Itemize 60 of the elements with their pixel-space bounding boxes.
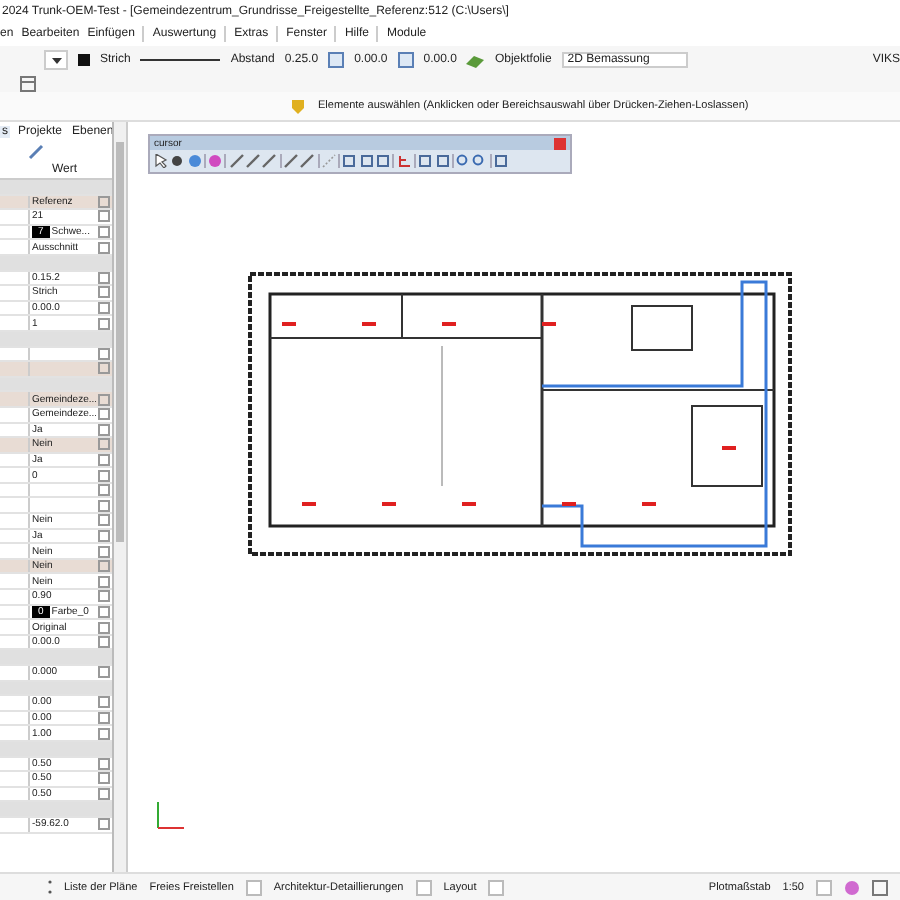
checkbox[interactable] bbox=[98, 621, 110, 634]
checkbox[interactable] bbox=[98, 347, 110, 360]
checkbox[interactable] bbox=[98, 499, 110, 512]
property-row[interactable] bbox=[0, 362, 112, 378]
shield-icon bbox=[290, 97, 306, 115]
checkbox[interactable] bbox=[98, 788, 110, 801]
checkbox[interactable] bbox=[98, 423, 110, 436]
layer-icon[interactable] bbox=[466, 53, 485, 67]
checkbox[interactable] bbox=[98, 286, 110, 299]
checkbox[interactable] bbox=[98, 529, 110, 542]
table-icon[interactable] bbox=[20, 75, 36, 91]
checkbox[interactable] bbox=[98, 317, 110, 330]
grid-icon[interactable] bbox=[872, 879, 888, 895]
checkbox[interactable] bbox=[98, 605, 110, 618]
property-row[interactable] bbox=[0, 498, 112, 515]
dropdown[interactable] bbox=[44, 50, 68, 70]
shape-icon[interactable] bbox=[494, 154, 509, 168]
scrollbar-thumb[interactable] bbox=[116, 142, 124, 542]
checkbox[interactable] bbox=[98, 514, 110, 527]
checkbox[interactable] bbox=[98, 362, 110, 375]
checkbox[interactable] bbox=[98, 241, 110, 254]
checkbox[interactable] bbox=[98, 226, 110, 239]
checkbox[interactable] bbox=[98, 757, 110, 770]
color-wheel-icon[interactable] bbox=[844, 879, 860, 895]
checkbox[interactable] bbox=[98, 210, 110, 223]
checkbox[interactable] bbox=[98, 545, 110, 558]
line-icon[interactable] bbox=[321, 154, 336, 168]
offset-icon[interactable] bbox=[397, 52, 414, 68]
close-icon[interactable] bbox=[554, 137, 566, 149]
checkbox[interactable] bbox=[98, 590, 110, 603]
checkbox[interactable] bbox=[98, 666, 110, 679]
checkbox[interactable] bbox=[98, 560, 110, 573]
axis-icon bbox=[156, 802, 184, 830]
color-swatch[interactable] bbox=[78, 54, 90, 66]
dropdown-button[interactable] bbox=[415, 879, 432, 895]
checkbox[interactable] bbox=[98, 453, 110, 466]
checkbox[interactable] bbox=[98, 575, 110, 588]
checkbox[interactable] bbox=[98, 772, 110, 785]
checkbox[interactable] bbox=[98, 393, 110, 406]
checkbox[interactable] bbox=[98, 408, 110, 421]
drag-handle-icon[interactable] bbox=[48, 880, 52, 894]
checkbox[interactable] bbox=[98, 469, 110, 482]
dropdown-button[interactable] bbox=[488, 879, 505, 895]
checkbox[interactable] bbox=[98, 696, 110, 709]
color-wheel-icon[interactable] bbox=[208, 154, 223, 168]
checkbox[interactable] bbox=[98, 712, 110, 725]
checkbox[interactable] bbox=[98, 484, 110, 497]
checkbox[interactable] bbox=[98, 195, 110, 208]
checkbox[interactable] bbox=[98, 438, 110, 451]
offset-icon[interactable] bbox=[328, 52, 345, 68]
pen-icon[interactable] bbox=[28, 143, 44, 159]
dropdown-button[interactable] bbox=[816, 879, 832, 895]
dropdown-button[interactable] bbox=[245, 879, 262, 895]
checkbox[interactable] bbox=[98, 636, 110, 649]
checkbox[interactable] bbox=[98, 271, 110, 284]
checkbox[interactable] bbox=[98, 727, 110, 740]
checkbox[interactable] bbox=[98, 818, 110, 831]
caret-icon bbox=[51, 57, 61, 63]
checkbox[interactable] bbox=[98, 302, 110, 315]
pointer-icon[interactable] bbox=[154, 154, 168, 168]
